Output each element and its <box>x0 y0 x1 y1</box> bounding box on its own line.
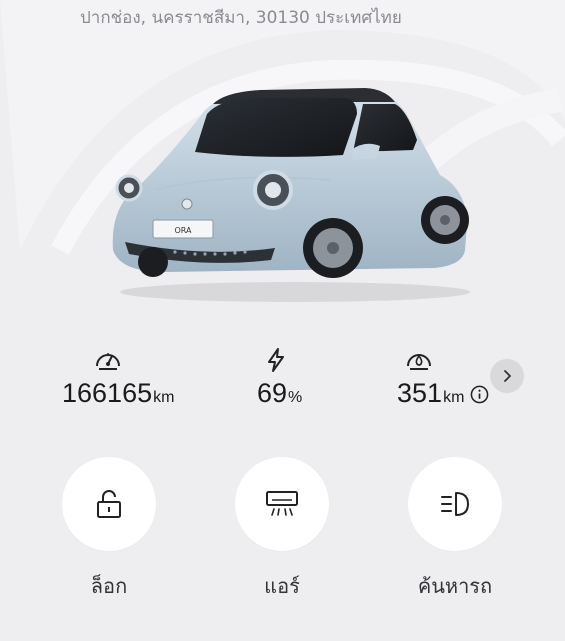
next-stats-button[interactable] <box>490 359 524 393</box>
location-address: ปากช่อง, นครราชสีมา, 30130 ประเทศไทย <box>80 8 402 28</box>
find-car-label: ค้นหารถ <box>417 574 493 598</box>
chevron-right-icon <box>504 370 511 382</box>
air-conditioner-icon <box>266 491 298 516</box>
headlight-icon <box>441 492 469 516</box>
battery-stat: 69% <box>257 346 417 416</box>
air-conditioner-label: แอร์ <box>264 574 300 598</box>
plate-text: ORA <box>174 226 192 235</box>
odometer-value: 166165 <box>62 378 153 408</box>
battery-value: 69 <box>257 378 288 408</box>
lock-button[interactable] <box>62 457 156 551</box>
range-unit: km <box>443 389 465 406</box>
find-car-button[interactable] <box>408 457 502 551</box>
air-conditioner-button[interactable] <box>235 457 329 551</box>
range-gauge-icon <box>407 354 431 370</box>
odometer-unit: km <box>153 389 175 406</box>
speedometer-icon <box>96 353 120 370</box>
range-stat: 351km <box>397 346 557 416</box>
odometer-stat: 166165km <box>62 346 222 416</box>
range-value: 351 <box>397 378 443 408</box>
info-icon[interactable] <box>470 385 489 404</box>
car-image: ORA <box>112 88 470 302</box>
unlocked-padlock-icon <box>97 490 121 518</box>
lock-label: ล็อก <box>90 574 128 598</box>
lightning-bolt-icon <box>268 348 284 372</box>
battery-unit: % <box>288 389 303 406</box>
